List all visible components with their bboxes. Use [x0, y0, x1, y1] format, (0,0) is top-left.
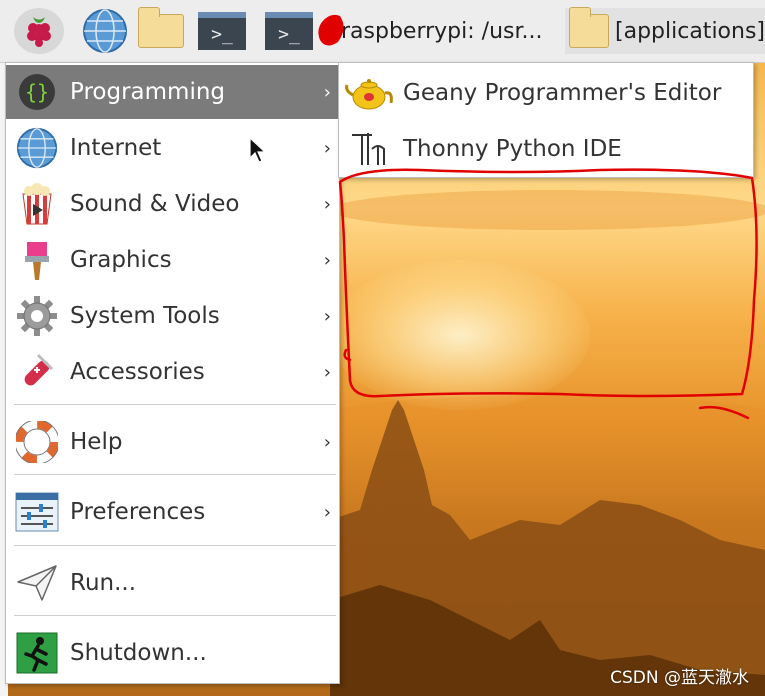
submenu-item-label: Thonny Python IDE: [403, 136, 622, 162]
folder-icon: [569, 7, 610, 48]
folder-task-button[interactable]: [applications]: [565, 7, 765, 54]
mouse-cursor-icon: [249, 136, 267, 163]
raspberry-menu-button[interactable]: [14, 8, 64, 54]
menu-item-label: Run...: [70, 570, 137, 596]
applications-menu: {} Programming › Internet › Sound & Vide…: [5, 62, 340, 684]
menu-item-graphics[interactable]: Graphics ›: [6, 233, 339, 287]
file-manager-launcher[interactable]: [138, 7, 184, 54]
paintbrush-icon: [14, 237, 60, 283]
svg-text:{}: {}: [25, 80, 49, 104]
submenu-item-label: Geany Programmer's Editor: [403, 80, 722, 106]
gear-icon: [14, 293, 60, 339]
lifebuoy-icon: [14, 419, 60, 465]
teapot-icon: [345, 70, 395, 116]
menu-item-label: Accessories: [70, 359, 205, 385]
menu-item-label: System Tools: [70, 303, 220, 329]
menu-item-label: Programming: [70, 79, 226, 105]
menu-divider: [14, 615, 336, 616]
exit-icon: [14, 630, 60, 676]
terminal-launcher[interactable]: >_: [198, 8, 246, 54]
globe-icon: [14, 125, 60, 171]
submenu-item-thonny[interactable]: Thonny Python IDE: [339, 121, 753, 177]
chevron-right-icon: ›: [323, 431, 331, 453]
chevron-right-icon: ›: [323, 137, 331, 159]
menu-item-internet[interactable]: Internet ›: [6, 121, 339, 175]
terminal-icon: >_: [198, 12, 246, 50]
terminal-task-label: @raspberrypi: /usr...: [319, 18, 543, 44]
chevron-right-icon: ›: [323, 361, 331, 383]
programming-submenu: Geany Programmer's Editor Thonny Python …: [338, 62, 754, 178]
chevron-right-icon: ›: [323, 81, 331, 103]
terminal-icon: >_: [265, 12, 313, 50]
taskbar: >_ >_ @raspberrypi: /usr... [application…: [0, 0, 765, 63]
menu-item-system-tools[interactable]: System Tools ›: [6, 289, 339, 343]
watermark: CSDN @蓝天澈水: [610, 668, 749, 688]
thonny-icon: [345, 126, 395, 172]
folder-task-label: [applications]: [615, 18, 765, 44]
menu-item-shutdown[interactable]: Shutdown...: [6, 626, 339, 680]
menu-item-accessories[interactable]: Accessories ›: [6, 345, 339, 399]
menu-divider: [14, 404, 336, 405]
paper-plane-icon: [14, 560, 60, 606]
menu-item-sound-video[interactable]: Sound & Video ›: [6, 177, 339, 231]
globe-icon: [83, 9, 127, 53]
sliders-icon: [14, 489, 60, 535]
chevron-right-icon: ›: [323, 501, 331, 523]
browser-launcher[interactable]: [82, 8, 128, 54]
menu-item-help[interactable]: Help ›: [6, 415, 339, 469]
menu-item-label: Internet: [70, 135, 162, 161]
raspberry-icon: [27, 17, 51, 47]
terminal-task-button[interactable]: >_ @raspberrypi: /usr...: [265, 8, 555, 54]
menu-item-programming[interactable]: {} Programming ›: [6, 65, 339, 119]
menu-item-label: Sound & Video: [70, 191, 240, 217]
menu-item-run[interactable]: Run...: [6, 556, 339, 610]
submenu-item-geany[interactable]: Geany Programmer's Editor: [339, 65, 753, 121]
chevron-right-icon: ›: [323, 193, 331, 215]
menu-divider: [14, 545, 336, 546]
popcorn-icon: [14, 181, 60, 227]
swiss-knife-icon: [14, 349, 60, 395]
menu-item-label: Graphics: [70, 247, 172, 273]
menu-item-label: Help: [70, 429, 123, 455]
chevron-right-icon: ›: [323, 249, 331, 271]
folder-icon: [138, 7, 184, 48]
chevron-right-icon: ›: [323, 305, 331, 327]
menu-item-label: Preferences: [70, 499, 206, 525]
menu-divider: [14, 474, 336, 475]
menu-item-label: Shutdown...: [70, 640, 207, 666]
braces-icon: {}: [14, 69, 60, 115]
menu-item-preferences[interactable]: Preferences ›: [6, 485, 339, 539]
